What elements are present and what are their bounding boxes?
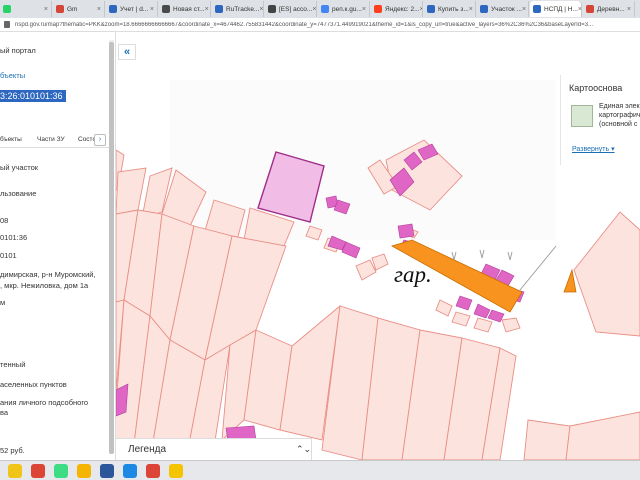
close-tab-icon[interactable]: × — [469, 6, 473, 13]
page-icon — [427, 5, 435, 13]
page-icon — [586, 5, 594, 13]
browser-tab[interactable]: НСПД | Н... × — [530, 1, 582, 17]
address-bar[interactable]: nspd.gov.ru/map?thematic=PKK&zoom=18.666… — [0, 18, 640, 32]
expand-link[interactable]: Развернуть ▾ — [572, 145, 615, 153]
close-tab-icon[interactable]: × — [97, 6, 101, 13]
parcel[interactable] — [523, 419, 571, 460]
sidebar-line: тенный — [0, 360, 26, 369]
tab-label: Участок ... — [491, 5, 522, 13]
close-tab-icon[interactable]: × — [312, 6, 316, 13]
close-tab-icon[interactable]: × — [44, 6, 48, 13]
legend-toggle-icon[interactable]: ⌃⌄ — [296, 444, 311, 455]
os-taskbar — [0, 460, 640, 480]
page-icon — [268, 5, 276, 13]
tab-label: реп.к.gu... — [332, 5, 362, 13]
browser-tab[interactable]: RuTracke... × — [212, 1, 264, 17]
page-icon — [162, 5, 170, 13]
yandex-browser-icon[interactable] — [169, 464, 183, 478]
browser-tab[interactable]: Купить з... × — [424, 1, 476, 17]
folder-icon[interactable] — [77, 464, 91, 478]
browser-tab[interactable]: Участок ... × — [477, 1, 529, 17]
close-tab-icon[interactable]: × — [205, 6, 209, 13]
building[interactable] — [397, 223, 415, 239]
chrome-icon-2[interactable] — [146, 464, 160, 478]
google-icon — [321, 5, 329, 13]
sidebar-line: 0101 — [0, 251, 17, 260]
browser-tab[interactable]: Gm × — [53, 1, 105, 17]
chrome-icon[interactable] — [31, 464, 45, 478]
cadastral-number-selected[interactable]: 3:26:010101:36 — [0, 90, 66, 102]
chevron-down-icon: ▾ — [611, 146, 615, 153]
building[interactable] — [116, 383, 129, 417]
tab-label: Купить з... — [438, 5, 469, 13]
sidebar-line: ания личного подсобного — [0, 398, 89, 407]
tab-label: Новая ст... — [173, 5, 205, 13]
browser-tab[interactable]: Учет | d... × — [106, 1, 158, 17]
sidebar-line: , мкр. Нежиловка, дом 1а — [0, 281, 89, 290]
url-text[interactable]: nspd.gov.ru/map?thematic=PKK&zoom=18.666… — [15, 22, 593, 28]
sidebar-line: льзование — [0, 189, 37, 198]
legend-label: Легенда — [128, 444, 167, 455]
close-tab-icon[interactable]: × — [362, 6, 366, 13]
media-icon[interactable] — [123, 464, 137, 478]
close-tab-icon[interactable]: × — [578, 6, 581, 13]
sidebar-scrollbar-thumb[interactable] — [109, 42, 114, 454]
android-icon[interactable] — [54, 464, 68, 478]
tab-label: Учет | d... — [120, 5, 149, 13]
sidebar-line: ый участок — [0, 163, 39, 172]
yandex-icon — [374, 5, 382, 13]
tabs-next-icon[interactable]: › — [94, 134, 106, 146]
sidebar-line: м — [0, 298, 6, 307]
browser-tab[interactable]: реп.к.gu... × — [318, 1, 370, 17]
tab-objects[interactable]: бъекты — [0, 136, 22, 143]
info-sidebar: ый портал бъекты 3:26:010101:36 бъекты Ч… — [0, 32, 116, 460]
page-icon — [480, 5, 488, 13]
sidebar-line: аселенных пунктов — [0, 380, 67, 389]
map-annotation-garage: гар. — [394, 262, 432, 287]
page-icon — [109, 5, 117, 13]
browser-tab[interactable]: Деревн... × — [583, 1, 635, 17]
sidebar-line: димирская, р-н Муромский, — [0, 270, 96, 279]
browser-tab[interactable]: × — [0, 1, 52, 17]
close-tab-icon[interactable]: × — [259, 6, 263, 13]
legend-panel[interactable]: Легенда ⌃⌄ — [116, 438, 312, 460]
word-icon[interactable] — [100, 464, 114, 478]
page-icon — [533, 5, 541, 13]
close-tab-icon[interactable]: × — [627, 6, 631, 13]
sidebar-line: 52 руб. — [0, 446, 25, 455]
basemap-description: Единая элек картографич (основной с — [599, 103, 640, 128]
tab-label: НСПД | Н... — [544, 5, 578, 13]
tab-label: [ES] ассо... — [279, 5, 313, 13]
tab-label: Яндекс: 2... — [385, 5, 420, 13]
browser-tab[interactable]: [ES] ассо... × — [265, 1, 317, 17]
browser-tab[interactable]: Яндекс: 2...× — [371, 1, 423, 17]
basemap-thumbnail-icon[interactable] — [571, 105, 593, 127]
basemap-title: Картооснова — [569, 83, 623, 93]
close-tab-icon[interactable]: × — [150, 6, 154, 13]
close-tab-icon[interactable]: × — [420, 6, 422, 13]
sidebar-line: 08 — [0, 216, 9, 225]
collapse-sidebar-button[interactable]: « — [118, 44, 136, 60]
basemap-panel: Картооснова Единая элек картографич (осн… — [560, 75, 640, 165]
gmail-icon — [56, 5, 64, 13]
start-icon[interactable] — [8, 464, 22, 478]
objects-link[interactable]: бъекты — [0, 71, 25, 80]
whatsapp-icon — [3, 5, 11, 13]
sidebar-line: 0101:36 — [0, 233, 28, 242]
lock-icon — [4, 21, 10, 28]
tab-label: Gm — [67, 5, 78, 13]
browser-tab-bar: × Gm × Учет | d... × Новая ст... × RuTracke... ×… — [0, 0, 640, 18]
tab-label: Деревн... — [597, 5, 625, 13]
sidebar-tabs: бъекты Части ЗУ Состо... › — [0, 132, 112, 148]
tab-parts[interactable]: Части ЗУ — [37, 136, 65, 143]
close-tab-icon[interactable]: × — [522, 6, 526, 13]
sidebar-line: ва — [0, 408, 9, 417]
page-icon — [215, 5, 223, 13]
tab-label: RuTracke... — [226, 5, 260, 13]
browser-tab[interactable]: Новая ст... × — [159, 1, 211, 17]
portal-label: ый портал — [0, 46, 36, 55]
